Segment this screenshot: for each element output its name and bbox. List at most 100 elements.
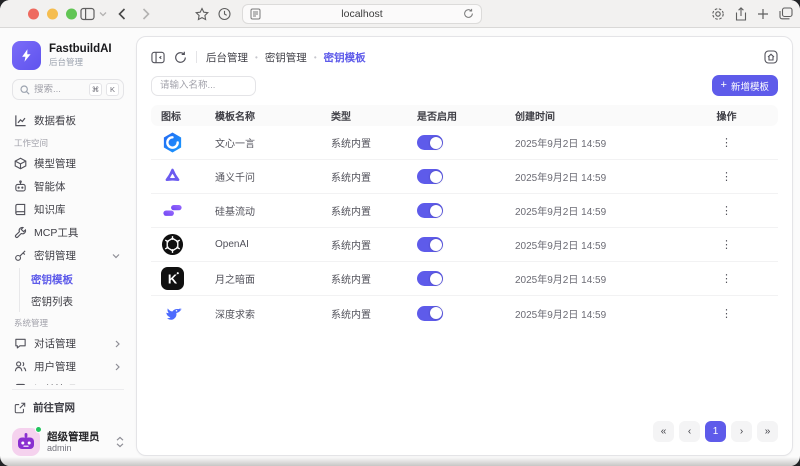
- user-role: admin: [47, 443, 100, 453]
- content-toolbar: 后台管理 • 密钥管理 • 密钥模板: [151, 46, 778, 68]
- sidebar-item-knowledge[interactable]: 知识库: [12, 198, 124, 221]
- col-icon: 图标: [151, 108, 215, 123]
- col-name: 模板名称: [215, 108, 331, 123]
- col-actions: 操作: [675, 108, 778, 123]
- row-actions-menu-icon[interactable]: ⋮: [717, 307, 736, 320]
- filter-bar: + 新增模板: [151, 75, 778, 96]
- enable-toggle[interactable]: [417, 135, 443, 150]
- pagination-prev-button[interactable]: ‹: [679, 421, 700, 442]
- enable-toggle[interactable]: [417, 306, 443, 321]
- breadcrumb: 后台管理 • 密钥管理 • 密钥模板: [206, 50, 366, 65]
- brand: FastbuildAI 后台管理: [12, 40, 124, 70]
- app-subtitle: 后台管理: [49, 56, 112, 68]
- breadcrumb-root[interactable]: 后台管理: [206, 50, 248, 65]
- forward-icon[interactable]: [142, 8, 150, 20]
- sidebar-item-agents[interactable]: 智能体: [12, 175, 124, 198]
- deepseek-logo-icon: [161, 302, 215, 325]
- key-icon: [14, 249, 27, 262]
- sidebar: FastbuildAI 后台管理 ⌘ K 数据看板 工作空间 模型管理: [0, 28, 136, 466]
- row-actions-menu-icon[interactable]: ⋮: [717, 272, 736, 285]
- sidebar-item-orders[interactable]: 订单管理: [12, 378, 124, 385]
- sidebar-item-mcp[interactable]: MCP工具: [12, 221, 124, 244]
- sidebar-item-conversations[interactable]: 对话管理: [12, 332, 124, 355]
- keys-submenu: 密钥模板 密钥列表: [19, 268, 124, 312]
- table-row: K 月之暗面 系统内置 2025年9月2日 14:59 ⋮: [151, 262, 778, 296]
- enable-toggle[interactable]: [417, 237, 443, 252]
- refresh-icon[interactable]: [174, 51, 187, 64]
- breadcrumb-separator: •: [255, 53, 258, 62]
- pagination-last-button[interactable]: »: [757, 421, 778, 442]
- cube-icon: [14, 157, 27, 170]
- reload-icon[interactable]: [463, 8, 474, 19]
- book-icon: [14, 203, 27, 216]
- collapse-sidebar-icon[interactable]: [151, 51, 165, 64]
- tab-overview-icon[interactable]: [779, 7, 793, 20]
- siliconflow-logo-icon: [161, 199, 215, 222]
- col-created: 创建时间: [515, 108, 675, 123]
- home-icon[interactable]: [764, 50, 778, 64]
- plus-icon: +: [721, 80, 727, 91]
- sidebar-item-users[interactable]: 用户管理: [12, 355, 124, 378]
- browser-toolbar: localhost: [0, 0, 800, 28]
- address-bar[interactable]: localhost: [242, 4, 482, 24]
- section-system: 系统管理: [14, 317, 124, 329]
- main-content: 后台管理 • 密钥管理 • 密钥模板 + 新增模板 图标 模板名称 类型 是否启: [136, 36, 793, 456]
- row-actions-menu-icon[interactable]: ⋮: [717, 238, 736, 251]
- breadcrumb-separator: •: [314, 53, 317, 62]
- row-actions-menu-icon[interactable]: ⋮: [717, 136, 736, 149]
- close-window-button[interactable]: [28, 8, 39, 19]
- breadcrumb-parent[interactable]: 密钥管理: [265, 50, 307, 65]
- bookmark-star-icon[interactable]: [195, 7, 209, 20]
- col-enabled: 是否启用: [417, 108, 515, 123]
- app-logo-icon: [12, 41, 41, 70]
- browser-sidebar-chevron-icon[interactable]: [99, 11, 107, 17]
- sidebar-item-official-site[interactable]: 前往官网: [12, 396, 124, 419]
- row-actions-menu-icon[interactable]: ⋮: [717, 170, 736, 183]
- settings-icon[interactable]: [711, 7, 725, 21]
- pagination: « ‹ 1 › »: [151, 421, 778, 447]
- sidebar-item-dashboard[interactable]: 数据看板: [12, 109, 124, 132]
- pagination-page-1-button[interactable]: 1: [705, 421, 726, 442]
- new-tab-plus-icon[interactable]: [757, 8, 769, 20]
- sidebar-item-models[interactable]: 模型管理: [12, 152, 124, 175]
- col-type: 类型: [331, 108, 417, 123]
- chart-icon: [14, 114, 27, 127]
- share-icon[interactable]: [735, 7, 747, 21]
- browser-actions: [711, 7, 793, 21]
- url-text: localhost: [261, 8, 463, 20]
- row-actions-menu-icon[interactable]: ⋮: [717, 204, 736, 217]
- users-icon: [14, 360, 27, 373]
- sidebar-item-keys[interactable]: 密钥管理: [12, 244, 124, 267]
- kbd-meta: ⌘: [89, 83, 102, 96]
- kbd-k: K: [106, 83, 119, 96]
- moonshot-logo-icon: K: [161, 267, 215, 290]
- enable-toggle[interactable]: [417, 271, 443, 286]
- tongyi-logo-icon: [161, 165, 215, 188]
- reader-page-icon: [250, 8, 261, 20]
- pagination-first-button[interactable]: «: [653, 421, 674, 442]
- divider: [12, 389, 124, 390]
- robot-icon: [14, 180, 27, 193]
- pagination-next-button[interactable]: ›: [731, 421, 752, 442]
- chevron-right-icon: [115, 340, 120, 348]
- chevron-right-icon: [115, 363, 120, 371]
- enable-toggle[interactable]: [417, 203, 443, 218]
- zoom-window-button[interactable]: [66, 8, 77, 19]
- sidebar-search[interactable]: ⌘ K: [12, 79, 124, 100]
- table-row: OpenAI 系统内置 2025年9月2日 14:59 ⋮: [151, 228, 778, 262]
- browser-window: localhost Fastbu: [0, 0, 800, 466]
- sidebar-search-input[interactable]: [34, 84, 85, 95]
- sidebar-item-key-templates[interactable]: 密钥模板: [29, 268, 124, 290]
- browser-sidebar-icon[interactable]: [80, 7, 95, 20]
- user-menu[interactable]: 超级管理员 admin: [12, 426, 124, 458]
- enable-toggle[interactable]: [417, 169, 443, 184]
- template-name-search-input[interactable]: [151, 76, 256, 96]
- table-header: 图标 模板名称 类型 是否启用 创建时间 操作: [151, 105, 778, 126]
- section-workspace: 工作空间: [14, 137, 124, 149]
- sidebar-item-key-list[interactable]: 密钥列表: [29, 290, 124, 312]
- minimize-window-button[interactable]: [47, 8, 58, 19]
- add-template-button[interactable]: + 新增模板: [712, 75, 778, 96]
- back-icon[interactable]: [118, 8, 126, 20]
- history-clock-icon[interactable]: [218, 7, 231, 20]
- table-row: 通义千问 系统内置 2025年9月2日 14:59 ⋮: [151, 160, 778, 194]
